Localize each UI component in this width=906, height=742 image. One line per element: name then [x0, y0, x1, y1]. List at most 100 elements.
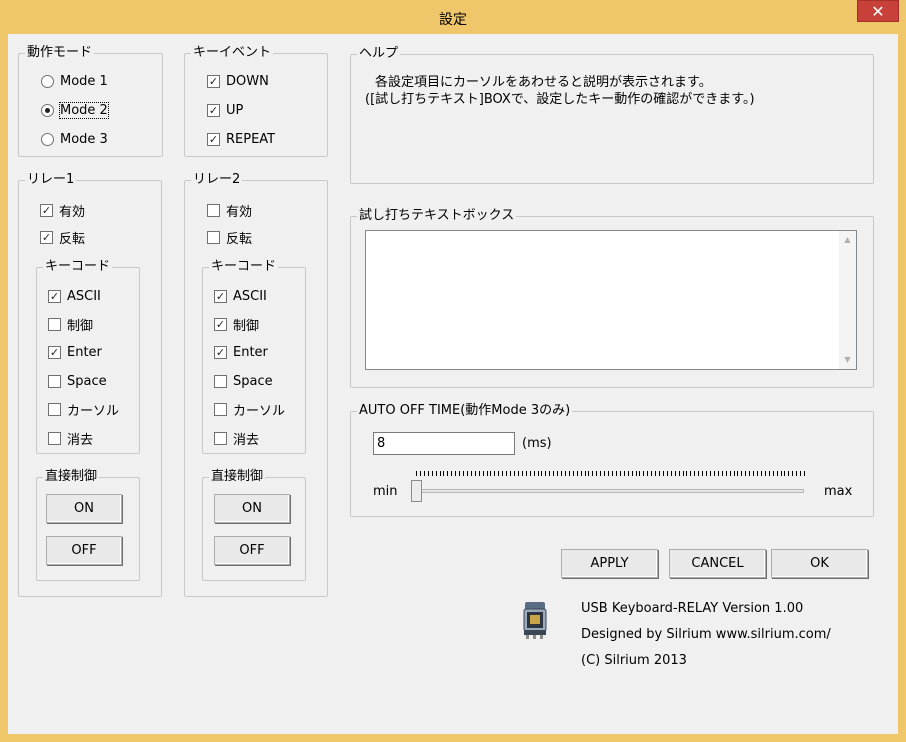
scroll-up-icon[interactable]: ▲ — [839, 232, 856, 248]
keyevent-down-checkbox[interactable]: ✓ DOWN — [207, 72, 269, 90]
slider-tick — [521, 471, 523, 476]
checkbox-unchecked-icon — [48, 431, 61, 445]
relay1-keycode-label: キーコード — [43, 259, 113, 275]
auto-off-unit-label: (ms) — [522, 436, 552, 451]
test-textarea[interactable]: ▲ ▼ — [365, 230, 857, 370]
auto-off-slider-track[interactable] — [416, 489, 804, 493]
textarea-scrollbar[interactable]: ▲ ▼ — [839, 231, 856, 369]
slider-tick — [780, 471, 782, 476]
mode-1-radio[interactable]: Mode 1 — [41, 72, 108, 90]
keyevent-down-label: DOWN — [226, 73, 269, 89]
slider-tick — [682, 471, 684, 476]
slider-tick — [517, 471, 519, 476]
slider-tick — [717, 471, 719, 476]
dialog-client-area: 動作モード Mode 1 Mode 2 Mode 3 キーイベント ✓ DOWN… — [8, 34, 898, 734]
slider-tick — [627, 471, 629, 476]
relay2-cursor-checkbox[interactable]: カーソル — [214, 400, 285, 419]
slider-tick — [760, 471, 762, 476]
slider-tick — [608, 471, 610, 476]
relay1-off-button[interactable]: OFF — [46, 536, 122, 565]
relay1-enabled-checkbox[interactable]: ✓ 有効 — [40, 201, 85, 220]
slider-tick — [776, 471, 778, 476]
slider-tick — [529, 471, 531, 476]
slider-tick — [576, 471, 578, 476]
checkbox-checked-icon: ✓ — [48, 289, 61, 303]
relay1-ascii-checkbox[interactable]: ✓ ASCII — [48, 287, 101, 305]
slider-tick — [619, 471, 621, 476]
relay2-delete-checkbox[interactable]: 消去 — [214, 429, 259, 448]
relay-icon — [523, 602, 547, 639]
slider-tick — [662, 471, 664, 476]
relay1-direct-group: 直接制御 — [36, 469, 140, 581]
relay2-ascii-label: ASCII — [233, 288, 267, 304]
close-button[interactable]: ✕ — [857, 0, 899, 22]
checkbox-checked-icon: ✓ — [40, 203, 53, 217]
about-copyright: (C) Silrium 2013 — [581, 653, 687, 668]
relay2-ascii-checkbox[interactable]: ✓ ASCII — [214, 287, 267, 305]
slider-tick — [490, 471, 492, 476]
apply-button[interactable]: APPLY — [561, 549, 658, 578]
slider-tick — [690, 471, 692, 476]
auto-off-time-input[interactable]: 8 — [373, 432, 515, 455]
slider-tick — [725, 471, 727, 476]
radio-icon — [41, 74, 54, 88]
slider-tick — [733, 471, 735, 476]
slider-tick — [435, 471, 437, 476]
slider-tick — [788, 471, 790, 476]
checkbox-checked-icon: ✓ — [214, 317, 227, 331]
slider-tick — [455, 471, 457, 476]
mode-3-label: Mode 3 — [60, 131, 108, 147]
slider-tick — [721, 471, 723, 476]
relay1-cursor-checkbox[interactable]: カーソル — [48, 400, 119, 419]
slider-max-label: max — [824, 484, 853, 499]
slider-tick — [800, 471, 802, 476]
auto-off-slider-thumb[interactable] — [411, 480, 422, 502]
relay1-invert-label: 反転 — [59, 231, 86, 247]
about-version: USB Keyboard-RELAY Version 1.00 — [581, 601, 804, 616]
relay2-off-button[interactable]: OFF — [214, 536, 290, 565]
slider-tick — [694, 471, 696, 476]
slider-tick — [553, 471, 555, 476]
keyevent-up-checkbox[interactable]: ✓ UP — [207, 101, 243, 119]
slider-tick — [804, 471, 806, 476]
relay2-space-checkbox[interactable]: Space — [214, 372, 273, 390]
relay1-delete-checkbox[interactable]: 消去 — [48, 429, 93, 448]
relay2-enter-checkbox[interactable]: ✓ Enter — [214, 343, 268, 361]
relay1-control-checkbox[interactable]: 制御 — [48, 315, 93, 334]
test-box-group-label: 試し打ちテキストボックス — [357, 208, 517, 224]
about-designer: Designed by Silrium www.silrium.com/ — [581, 627, 831, 642]
scroll-down-icon[interactable]: ▼ — [839, 352, 856, 368]
ok-button[interactable]: OK — [771, 549, 868, 578]
slider-tick — [600, 471, 602, 476]
relay1-enter-checkbox[interactable]: ✓ Enter — [48, 343, 102, 361]
slider-tick — [729, 471, 731, 476]
mode-3-radio[interactable]: Mode 3 — [41, 130, 108, 148]
relay1-direct-label: 直接制御 — [43, 469, 100, 485]
slider-tick — [427, 471, 429, 476]
relay1-space-label: Space — [67, 373, 107, 389]
slider-tick — [443, 471, 445, 476]
relay2-control-checkbox[interactable]: ✓ 制御 — [214, 315, 259, 334]
relay1-invert-checkbox[interactable]: ✓ 反転 — [40, 228, 86, 247]
slider-tick — [596, 471, 598, 476]
title-bar[interactable]: 設定 ✕ — [0, 0, 906, 34]
checkbox-checked-icon: ✓ — [207, 103, 220, 117]
slider-tick — [670, 471, 672, 476]
slider-tick — [796, 471, 798, 476]
slider-tick — [580, 471, 582, 476]
slider-tick — [615, 471, 617, 476]
keyevent-repeat-checkbox[interactable]: ✓ REPEAT — [207, 130, 275, 148]
slider-tick — [604, 471, 606, 476]
slider-tick — [514, 471, 515, 476]
relay2-enter-label: Enter — [233, 344, 268, 360]
relay2-enabled-checkbox[interactable]: 有効 — [207, 201, 252, 220]
relay2-invert-checkbox[interactable]: 反転 — [207, 228, 252, 247]
relay1-on-button[interactable]: ON — [46, 494, 122, 523]
mode-2-radio[interactable]: Mode 2 — [41, 101, 109, 119]
relay1-space-checkbox[interactable]: Space — [48, 372, 107, 390]
relay2-on-button[interactable]: ON — [214, 494, 290, 523]
cancel-button[interactable]: CANCEL — [669, 549, 766, 578]
slider-tick — [635, 471, 637, 476]
relay2-direct-group: 直接制御 — [202, 469, 306, 581]
relay1-ascii-label: ASCII — [67, 288, 101, 304]
